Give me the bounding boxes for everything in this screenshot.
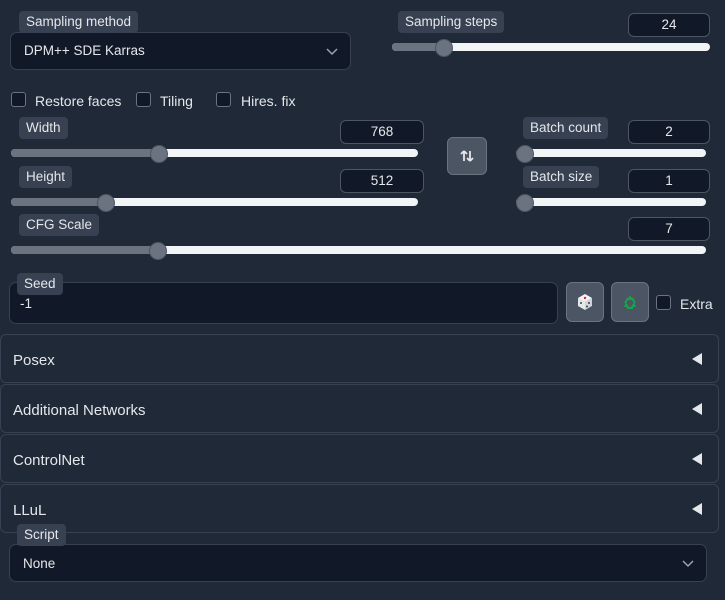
chevron-down-icon	[326, 48, 338, 56]
sampling-method-value: DPM++ SDE Karras	[24, 43, 145, 58]
section-title: ControlNet	[13, 452, 85, 469]
extra-label: Extra	[680, 296, 713, 312]
sampling-steps-input[interactable]: 24	[628, 13, 710, 37]
section-title: LLuL	[13, 502, 47, 519]
collapse-triangle-icon	[692, 453, 702, 465]
width-label: Width	[19, 117, 68, 139]
script-dropdown[interactable]: None	[9, 544, 707, 582]
collapse-triangle-icon	[692, 353, 702, 365]
sampling-method-label: Sampling method	[19, 11, 139, 33]
section-additional-networks[interactable]: Additional Networks	[0, 384, 719, 433]
slider-thumb[interactable]	[516, 194, 534, 212]
batch-count-label: Batch count	[523, 117, 609, 139]
section-title: Posex	[13, 352, 55, 369]
section-posex[interactable]: Posex	[0, 334, 719, 383]
tiling-label: Tiling	[160, 93, 193, 109]
height-slider[interactable]	[11, 194, 418, 212]
section-llul[interactable]: LLuL	[0, 484, 719, 533]
slider-thumb[interactable]	[434, 39, 453, 57]
batch-count-slider[interactable]	[516, 145, 706, 163]
seed-label: Seed	[17, 273, 63, 295]
sampling-method-dropdown[interactable]: DPM++ SDE Karras	[10, 32, 351, 70]
swap-icon	[460, 150, 474, 162]
random-seed-button[interactable]	[566, 282, 604, 322]
cfg-scale-input[interactable]: 7	[628, 217, 710, 241]
batch-size-slider[interactable]	[516, 194, 706, 212]
slider-thumb[interactable]	[96, 194, 115, 212]
batch-count-input[interactable]: 2	[628, 120, 710, 144]
collapse-triangle-icon	[692, 403, 702, 415]
width-input[interactable]: 768	[340, 120, 424, 144]
slider-thumb[interactable]	[516, 145, 534, 163]
dice-icon	[578, 294, 592, 310]
chevron-down-icon	[682, 560, 694, 568]
extra-checkbox[interactable]	[656, 295, 671, 310]
hires-fix-checkbox[interactable]	[216, 92, 231, 107]
swap-dimensions-button[interactable]	[447, 137, 487, 175]
sampling-steps-label: Sampling steps	[398, 11, 505, 33]
script-label: Script	[17, 524, 66, 546]
slider-thumb[interactable]	[148, 242, 167, 260]
seed-input[interactable]: -1	[9, 282, 558, 324]
restore-faces-checkbox[interactable]	[11, 92, 26, 107]
tiling-checkbox[interactable]	[136, 92, 151, 107]
height-label: Height	[19, 166, 73, 188]
seed-value: -1	[20, 296, 33, 311]
hires-fix-label: Hires. fix	[241, 93, 296, 109]
collapse-triangle-icon	[692, 503, 702, 515]
section-controlnet[interactable]: ControlNet	[0, 434, 719, 483]
sampling-steps-slider[interactable]	[392, 39, 710, 57]
restore-faces-label: Restore faces	[35, 93, 122, 109]
reuse-seed-button[interactable]	[611, 282, 649, 322]
height-input[interactable]: 512	[340, 169, 424, 193]
width-slider[interactable]	[11, 145, 418, 163]
recycle-icon	[624, 295, 636, 309]
slider-thumb[interactable]	[149, 145, 168, 163]
cfg-scale-label: CFG Scale	[19, 214, 100, 236]
batch-size-input[interactable]: 1	[628, 169, 710, 193]
script-value: None	[23, 556, 56, 571]
cfg-scale-slider[interactable]	[11, 242, 706, 260]
section-title: Additional Networks	[13, 402, 146, 419]
batch-size-label: Batch size	[523, 166, 600, 188]
